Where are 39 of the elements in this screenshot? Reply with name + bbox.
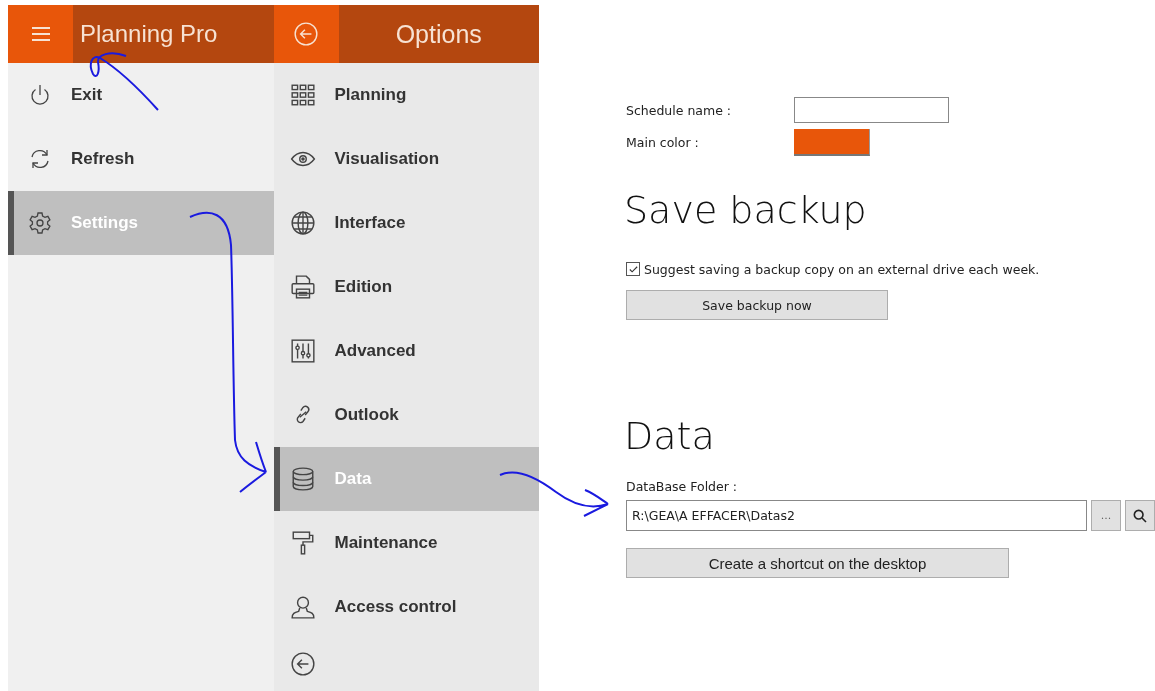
options-item[interactable]: Maintenance [273, 511, 539, 575]
check-icon [627, 263, 639, 275]
shortcut-button[interactable]: Create a shortcut on the desktop [626, 548, 1009, 578]
grid-icon [289, 82, 316, 108]
options-item[interactable]: Edition [273, 255, 539, 319]
power-icon [28, 83, 52, 107]
schedule-name-field[interactable] [794, 97, 949, 123]
back-button[interactable] [273, 5, 339, 63]
user-icon [289, 594, 316, 620]
options-item[interactable]: Access control [273, 575, 539, 639]
sliders-icon [289, 338, 316, 364]
printer-icon [289, 274, 316, 300]
save-backup-button[interactable]: Save backup now [626, 290, 888, 320]
field-label: DataBase Folder : [626, 478, 739, 496]
section-heading: Data [624, 413, 716, 460]
checkbox-label: Suggest saving a backup copy on an external drive each week. [644, 261, 1040, 277]
options-item[interactable]: Planning [273, 63, 539, 127]
options-title: Options [394, 19, 483, 49]
search-icon [1132, 507, 1148, 524]
menu-button[interactable] [8, 5, 73, 63]
menu-item[interactable]: Refresh [8, 127, 274, 191]
back-icon [289, 651, 316, 677]
checkbox[interactable] [626, 262, 640, 276]
folder-path-field[interactable]: R:\GEA\A EFFACER\Datas2 [626, 500, 1087, 531]
globe-icon [289, 210, 316, 236]
browse-button[interactable]: ... [1091, 500, 1121, 531]
search-button[interactable] [1125, 500, 1155, 531]
options-item[interactable]: Visualisation [273, 127, 539, 191]
options-item[interactable]: Interface [273, 191, 539, 255]
options-item[interactable]: Outlook [273, 383, 539, 447]
color-swatch[interactable] [794, 128, 870, 156]
field-label: Schedule name : [626, 102, 733, 118]
back-icon [293, 21, 319, 47]
menu-item[interactable]: Exit [8, 63, 274, 127]
options-item[interactable]: Advanced [273, 319, 539, 383]
app-title: Planning Pro [80, 20, 218, 48]
field-label: Main color : [626, 134, 700, 150]
settings-icon [28, 211, 52, 235]
section-heading: Save backup [624, 187, 868, 234]
